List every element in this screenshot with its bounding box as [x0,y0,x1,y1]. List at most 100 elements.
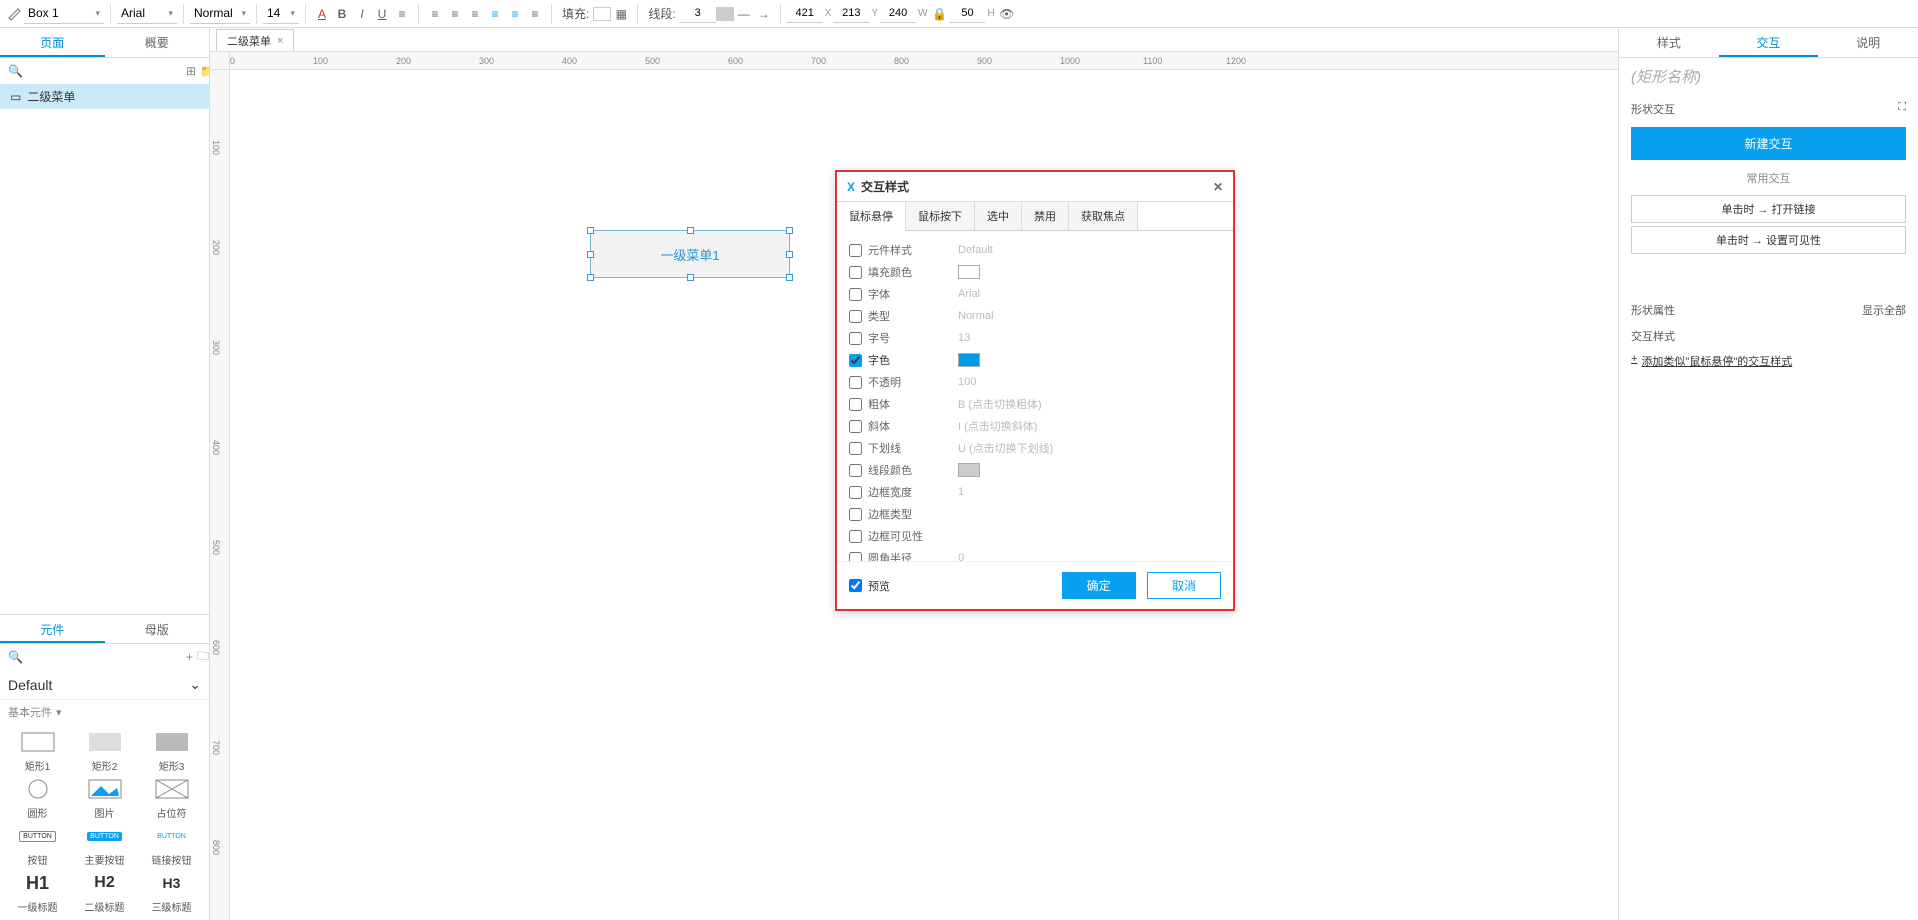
property-value[interactable]: 1 [958,486,964,498]
dialog-tab[interactable]: 鼠标按下 [906,202,975,230]
widget-ellipse[interactable]: 圆形 [6,777,69,820]
widget-placeholder[interactable]: 占位符 [140,777,203,820]
font-select[interactable] [117,4,177,24]
canvas-tab[interactable]: 二级菜单 × [216,29,294,51]
weight-select[interactable] [190,4,250,24]
property-value[interactable]: Default [958,244,993,256]
y-input[interactable] [833,5,869,23]
tab-pages[interactable]: 页面 [0,28,105,57]
close-icon[interactable]: ✕ [1213,180,1223,194]
property-value[interactable]: B (点击切换粗体) [958,396,1042,412]
property-checkbox[interactable] [849,310,862,323]
widget-rect1[interactable]: 矩形1 [6,730,69,773]
text-color-icon[interactable]: A [312,4,332,24]
lib-menu-icon[interactable]: 🗀 [197,648,209,666]
align-center-icon[interactable]: ≡ [445,4,465,24]
tab-widgets[interactable]: 元件 [0,615,105,643]
property-value[interactable]: Arial [958,288,980,300]
property-checkbox[interactable] [849,376,862,389]
add-page-icon[interactable]: ⊞ [186,62,196,80]
tab-masters[interactable]: 母版 [105,615,210,643]
widget-name-input[interactable] [24,4,104,24]
page-tree-item[interactable]: ▭ 二级菜单 [0,84,209,109]
dialog-tab[interactable]: 鼠标悬停 [837,202,906,231]
line-width-input[interactable] [680,5,716,23]
align-middle-icon[interactable]: ≡ [505,4,525,24]
align-top-icon[interactable]: ≡ [485,4,505,24]
property-value[interactable]: U (点击切换下划线) [958,440,1053,456]
search-icon[interactable]: 🔍 [8,62,23,80]
property-value[interactable]: I (点击切换斜体) [958,418,1037,434]
align-right-icon[interactable]: ≡ [465,4,485,24]
library-select[interactable]: Default ⌄ [0,670,209,700]
dialog-tab[interactable]: 选中 [975,202,1022,230]
lock-icon[interactable]: 🔒 [929,4,949,24]
tab-style[interactable]: 样式 [1619,28,1719,57]
widget-button[interactable]: BUTTON按钮 [6,824,69,867]
property-value[interactable]: 0 [958,552,964,561]
property-value[interactable]: 13 [958,332,970,344]
bold-icon[interactable]: B [332,4,352,24]
w-input[interactable] [880,5,916,23]
dialog-tab[interactable]: 禁用 [1022,202,1069,230]
widget-h1[interactable]: H1一级标题 [6,871,69,914]
tab-interactions[interactable]: 交互 [1719,28,1819,57]
selected-shape[interactable]: 一级菜单1 [590,230,790,278]
property-checkbox[interactable] [849,464,862,477]
size-select[interactable] [263,4,299,24]
preview-checkbox[interactable] [849,579,862,592]
property-checkbox[interactable] [849,420,862,433]
property-checkbox[interactable] [849,552,862,562]
widget-group-header[interactable]: 基本元件 ▾ [0,700,209,724]
fill-image-icon[interactable]: ▦ [611,4,631,24]
property-checkbox[interactable] [849,332,862,345]
widget-h2[interactable]: H2二级标题 [73,871,136,914]
new-interaction-button[interactable]: 新建交互 [1631,127,1906,160]
bullet-icon[interactable]: ≡ [392,4,412,24]
property-checkbox[interactable] [849,508,862,521]
show-all-link[interactable]: 显示全部 [1862,302,1906,318]
color-chip[interactable] [958,353,980,367]
close-icon[interactable]: × [277,35,283,47]
line-style-icon[interactable]: — [734,4,754,24]
underline-icon[interactable]: U [372,4,392,24]
property-checkbox[interactable] [849,398,862,411]
cancel-button[interactable]: 取消 [1147,572,1221,599]
tab-notes[interactable]: 说明 [1818,28,1918,57]
preset-visibility-button[interactable]: 单击时 → 设置可见性 [1631,226,1906,254]
property-checkbox[interactable] [849,442,862,455]
widget-rect3[interactable]: 矩形3 [140,730,203,773]
align-left-icon[interactable]: ≡ [425,4,445,24]
italic-icon[interactable]: I [352,4,372,24]
search-icon[interactable]: 🔍 [8,648,23,666]
shape-name-field[interactable]: (矩形名称) [1619,58,1918,95]
color-chip[interactable] [958,265,980,279]
widget-link-button[interactable]: BUTTON链接按钮 [140,824,203,867]
property-checkbox[interactable] [849,486,862,499]
arrow-icon[interactable]: → [754,4,774,24]
property-checkbox[interactable] [849,266,862,279]
widget-rect2[interactable]: 矩形2 [73,730,136,773]
x-input[interactable] [787,5,823,23]
property-value[interactable]: 100 [958,376,976,388]
expand-icon[interactable]: ⛶ [1898,101,1906,117]
property-checkbox[interactable] [849,288,862,301]
ok-button[interactable]: 确定 [1062,572,1136,599]
widgets-search-input[interactable] [27,650,182,664]
tab-outline[interactable]: 概要 [105,28,210,57]
line-color-chip[interactable] [716,7,734,21]
add-lib-icon[interactable]: + [186,648,193,666]
color-chip[interactable] [958,463,980,477]
property-checkbox[interactable] [849,530,862,543]
widget-primary-button[interactable]: BUTTON主要按钮 [73,824,136,867]
pages-search-input[interactable] [27,64,182,78]
preset-openlink-button[interactable]: 单击时 → 打开链接 [1631,195,1906,223]
fill-color-chip[interactable] [593,7,611,21]
visibility-icon[interactable]: 👁 [997,4,1017,24]
widget-h3[interactable]: H3三级标题 [140,871,203,914]
dialog-tab[interactable]: 获取焦点 [1069,202,1138,230]
add-ix-style-link[interactable]: + 添加类似"鼠标悬停"的交互样式 [1619,349,1918,373]
h-input[interactable] [949,5,985,23]
widget-image[interactable]: 图片 [73,777,136,820]
property-value[interactable]: Normal [958,310,993,322]
